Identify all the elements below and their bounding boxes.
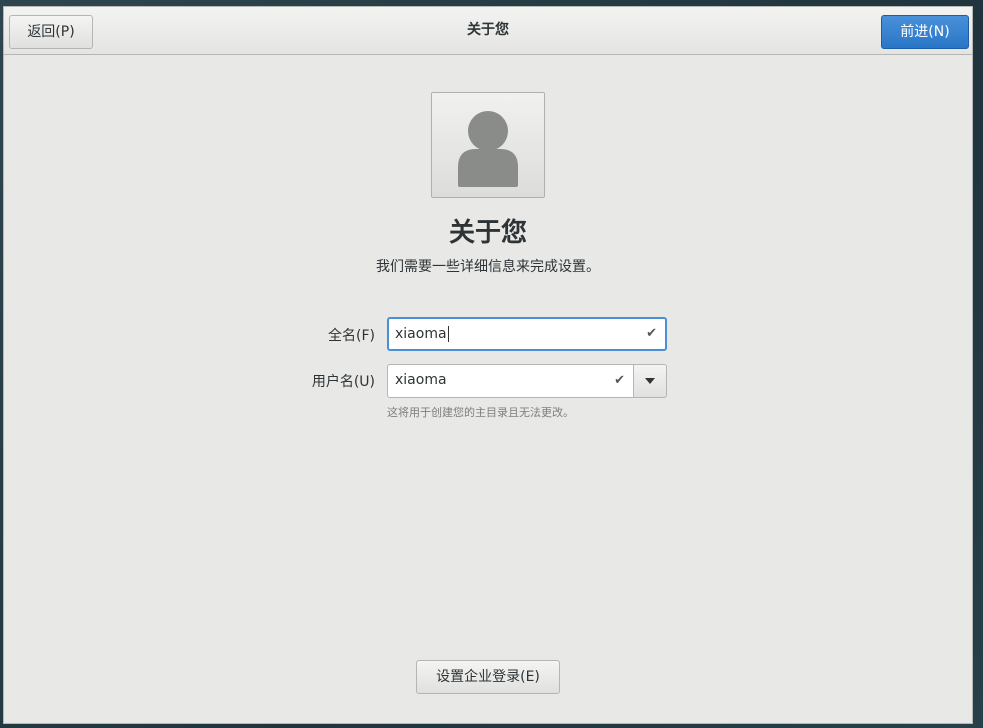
header-bar: 返回(P) 关于您 前进(N) — [4, 7, 972, 55]
user-avatar-icon — [458, 111, 518, 187]
username-hint: 这将用于创建您的主目录且无法更改。 — [387, 406, 574, 419]
page-subtitle: 我们需要一些详细信息来完成设置。 — [376, 259, 600, 275]
username-label: 用户名(U) — [311, 374, 375, 390]
enterprise-login-button[interactable]: 设置企业登录(E) — [416, 660, 560, 694]
fullname-label: 全名(F) — [328, 328, 375, 344]
text-cursor — [447, 326, 449, 342]
fullname-field[interactable]: xiaoma ✔ — [387, 317, 667, 351]
next-button[interactable]: 前进(N) — [881, 15, 969, 49]
fullname-text: xiaoma — [395, 319, 449, 349]
page-title: 关于您 — [448, 218, 527, 248]
chevron-down-icon — [645, 378, 655, 384]
header-title: 关于您 — [467, 22, 509, 38]
setup-window: 返回(P) 关于您 前进(N) 关于您 我们需要一些详细信息来完成设置。 全名(… — [3, 6, 973, 724]
checkmark-icon: ✔ — [614, 373, 625, 388]
fullname-value: xiaoma — [395, 326, 447, 342]
username-dropdown-button[interactable] — [633, 364, 667, 398]
username-field[interactable]: xiaoma ✔ — [387, 364, 634, 398]
checkmark-icon: ✔ — [646, 326, 657, 341]
username-value: xiaoma — [395, 372, 447, 388]
avatar-button[interactable] — [431, 92, 545, 198]
